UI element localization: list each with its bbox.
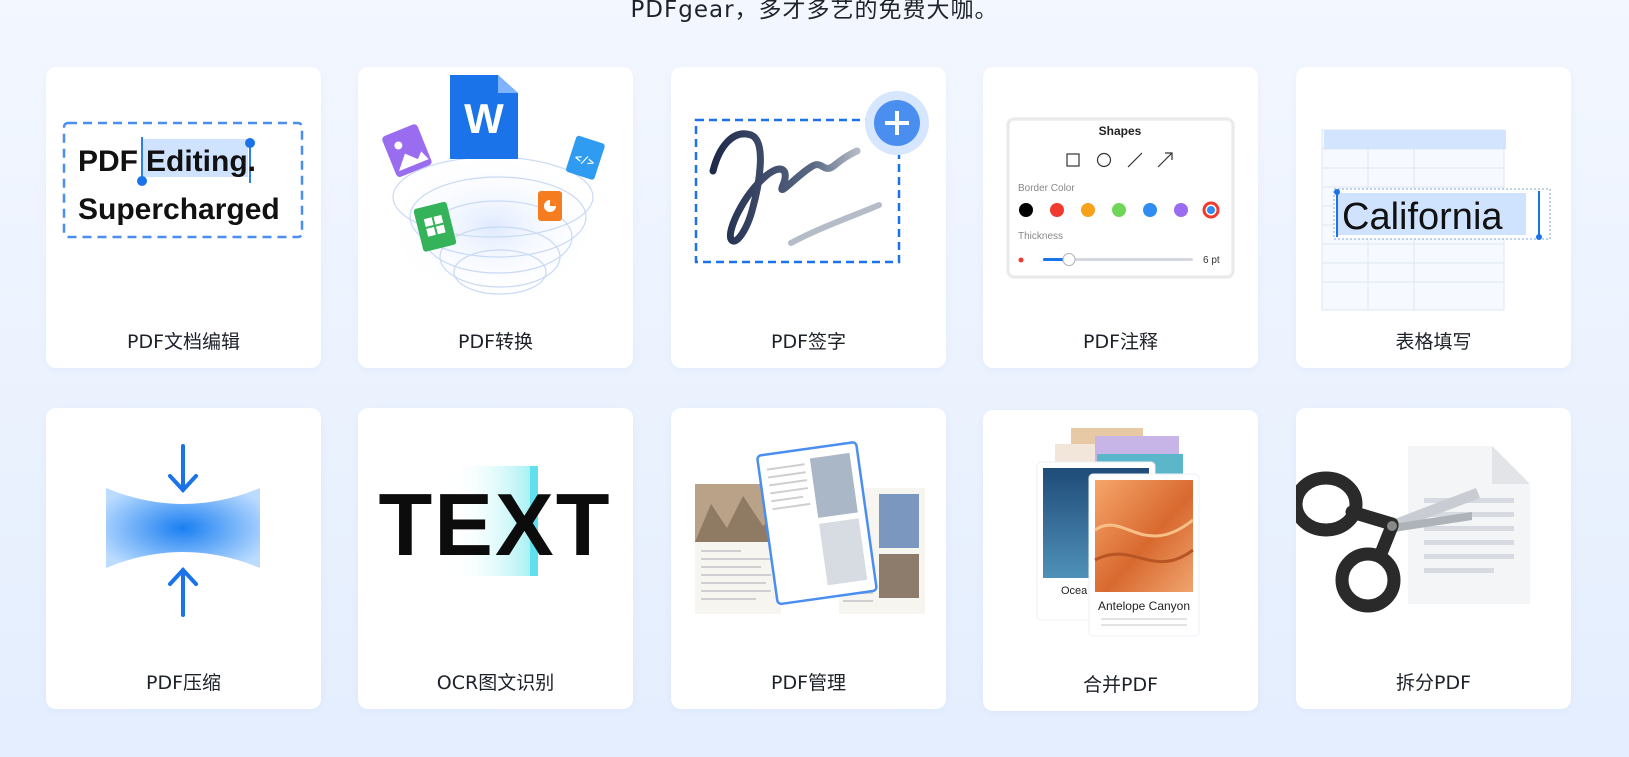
- color-swatch: [1143, 203, 1157, 217]
- tool-card-label: OCR图文识别: [436, 672, 555, 694]
- tool-card-label: PDF文档编辑: [126, 331, 241, 353]
- pdf-manage-illustration: [671, 408, 946, 653]
- tool-card-form-fill[interactable]: California 表格填写: [1296, 67, 1571, 368]
- tool-card-pdf-sign[interactable]: PDF签字: [671, 67, 946, 368]
- edit-word-editing: Editing.: [146, 145, 256, 178]
- thickness-value: 6 pt: [1203, 255, 1220, 266]
- pdf-annotate-illustration: Shapes Border Color Thickness 6 pt: [983, 67, 1258, 312]
- pdf-sign-illustration: [671, 67, 946, 312]
- color-swatch: [1081, 203, 1095, 217]
- presentation-file-icon: [538, 191, 562, 221]
- tool-card-label: PDF管理: [770, 672, 847, 694]
- thickness-slider-thumb: [1062, 253, 1076, 266]
- add-signature-icon: [865, 91, 929, 155]
- form-field-value: California: [1342, 196, 1503, 238]
- tool-card-pdf-manage[interactable]: PDF管理: [671, 408, 946, 709]
- pdf-convert-illustration: W </>: [358, 67, 633, 312]
- tool-card-pdf-annotate[interactable]: Shapes Border Color Thickness 6 pt PDF注释: [983, 67, 1258, 368]
- ocr-text-word: TEXT: [379, 475, 612, 574]
- pdf-edit-illustration: PDF Editing. Supercharged: [46, 67, 321, 312]
- code-file-icon: </>: [566, 135, 605, 180]
- tool-card-label: 拆分PDF: [1395, 672, 1472, 694]
- tool-card-pdf-merge[interactable]: Ocea Antelope Canyon 合并PDF: [983, 410, 1258, 711]
- tool-card-label: 合并PDF: [1082, 674, 1159, 696]
- edit-word-pdf: PDF: [78, 145, 138, 178]
- ocr-illustration: TEXT: [358, 408, 633, 653]
- tool-card-label: PDF压缩: [145, 672, 222, 694]
- tool-card-label: PDF转换: [457, 331, 534, 353]
- shapes-title: Shapes: [1099, 124, 1142, 138]
- tool-card-pdf-convert[interactable]: W </> PDF转换: [358, 67, 633, 368]
- color-swatch: [1050, 203, 1064, 217]
- color-swatch: [1112, 203, 1126, 217]
- back-photo-caption: Ocea: [1061, 585, 1088, 597]
- svg-text:W: W: [464, 95, 504, 142]
- pdf-merge-illustration: Ocea Antelope Canyon: [983, 410, 1258, 655]
- compressed-file-shape: [106, 488, 260, 568]
- tool-card-label: PDF注释: [1082, 331, 1159, 353]
- pdf-compress-illustration: [46, 408, 321, 653]
- compress-down-arrow-icon: [168, 444, 198, 493]
- word-file-icon: W: [450, 75, 518, 159]
- color-swatch: [1174, 203, 1188, 217]
- tool-card-pdf-split[interactable]: 拆分PDF: [1296, 408, 1571, 709]
- pdf-split-illustration: [1296, 408, 1571, 653]
- color-swatch: [1019, 203, 1033, 217]
- page-headline: PDFgear，多才多艺的免费大咖。: [630, 0, 999, 23]
- compress-up-arrow-icon: [168, 567, 198, 617]
- tool-card-pdf-edit[interactable]: PDF Editing. Supercharged PDF文档编辑: [46, 67, 321, 368]
- form-fill-illustration: California: [1296, 67, 1571, 312]
- front-photo-caption: Antelope Canyon: [1098, 599, 1190, 613]
- tool-card-label: PDF签字: [770, 331, 847, 353]
- border-color-label: Border Color: [1018, 183, 1075, 194]
- thickness-label: Thickness: [1018, 231, 1063, 242]
- tool-card-pdf-compress[interactable]: PDF压缩: [46, 408, 321, 709]
- edit-word-supercharged: Supercharged: [78, 193, 280, 226]
- tool-card-label: 表格填写: [1395, 331, 1472, 353]
- tool-card-ocr[interactable]: TEXT OCR图文识别: [358, 408, 633, 709]
